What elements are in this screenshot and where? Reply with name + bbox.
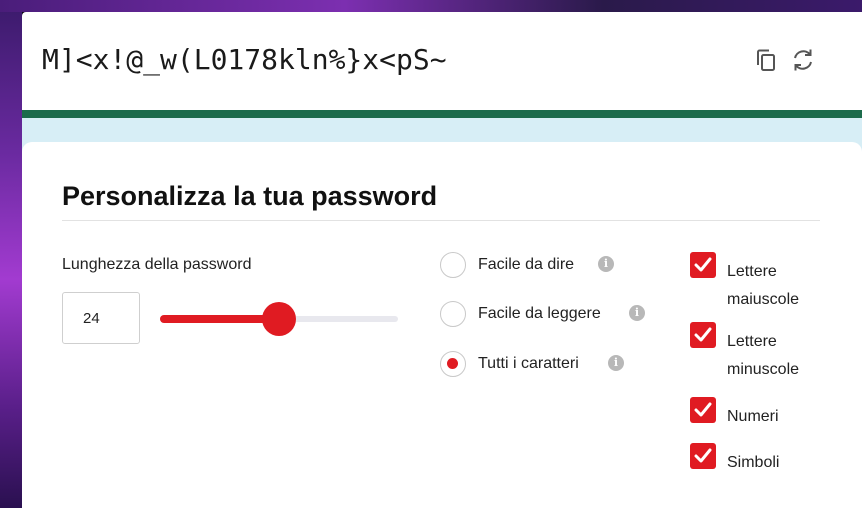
header-divider [22,110,862,118]
radio-button[interactable] [440,301,466,327]
refresh-icon[interactable] [790,47,816,73]
title-divider [62,220,820,221]
background-top [0,0,862,12]
checkbox-label: Lettere maiuscole [727,263,800,308]
length-input[interactable] [62,292,140,344]
copy-icon[interactable] [755,48,777,72]
radio-label: Tutti i caratteri [478,355,579,372]
info-icon[interactable]: i [598,256,614,272]
checkbox-label: Numeri [727,408,779,425]
radio-button[interactable] [440,252,466,278]
slider-thumb[interactable] [262,302,296,336]
check-icon [694,257,712,272]
radio-label: Facile da dire [478,256,575,273]
radio-label: Facile da leggere [478,305,601,322]
generated-password: M]<x!@_w(L0178kln%}x<pS~ [42,43,447,76]
checkbox-checked[interactable] [690,443,716,469]
length-label: Lunghezza della password [62,256,252,273]
checkbox-label: Simboli [727,454,780,471]
checkbox-checked[interactable] [690,322,716,348]
checkbox-checked[interactable] [690,397,716,423]
info-icon[interactable]: i [608,355,624,371]
checkbox-checked[interactable] [690,252,716,278]
check-icon [694,402,712,417]
check-icon [694,448,712,463]
length-slider[interactable] [160,300,400,338]
check-icon [694,327,712,342]
checkbox-label: Lettere minuscole [727,333,800,378]
background-left [0,0,22,508]
radio-button-selected[interactable] [440,351,466,377]
info-icon[interactable]: i [629,305,645,321]
section-title: Personalizza la tua password [62,181,438,211]
